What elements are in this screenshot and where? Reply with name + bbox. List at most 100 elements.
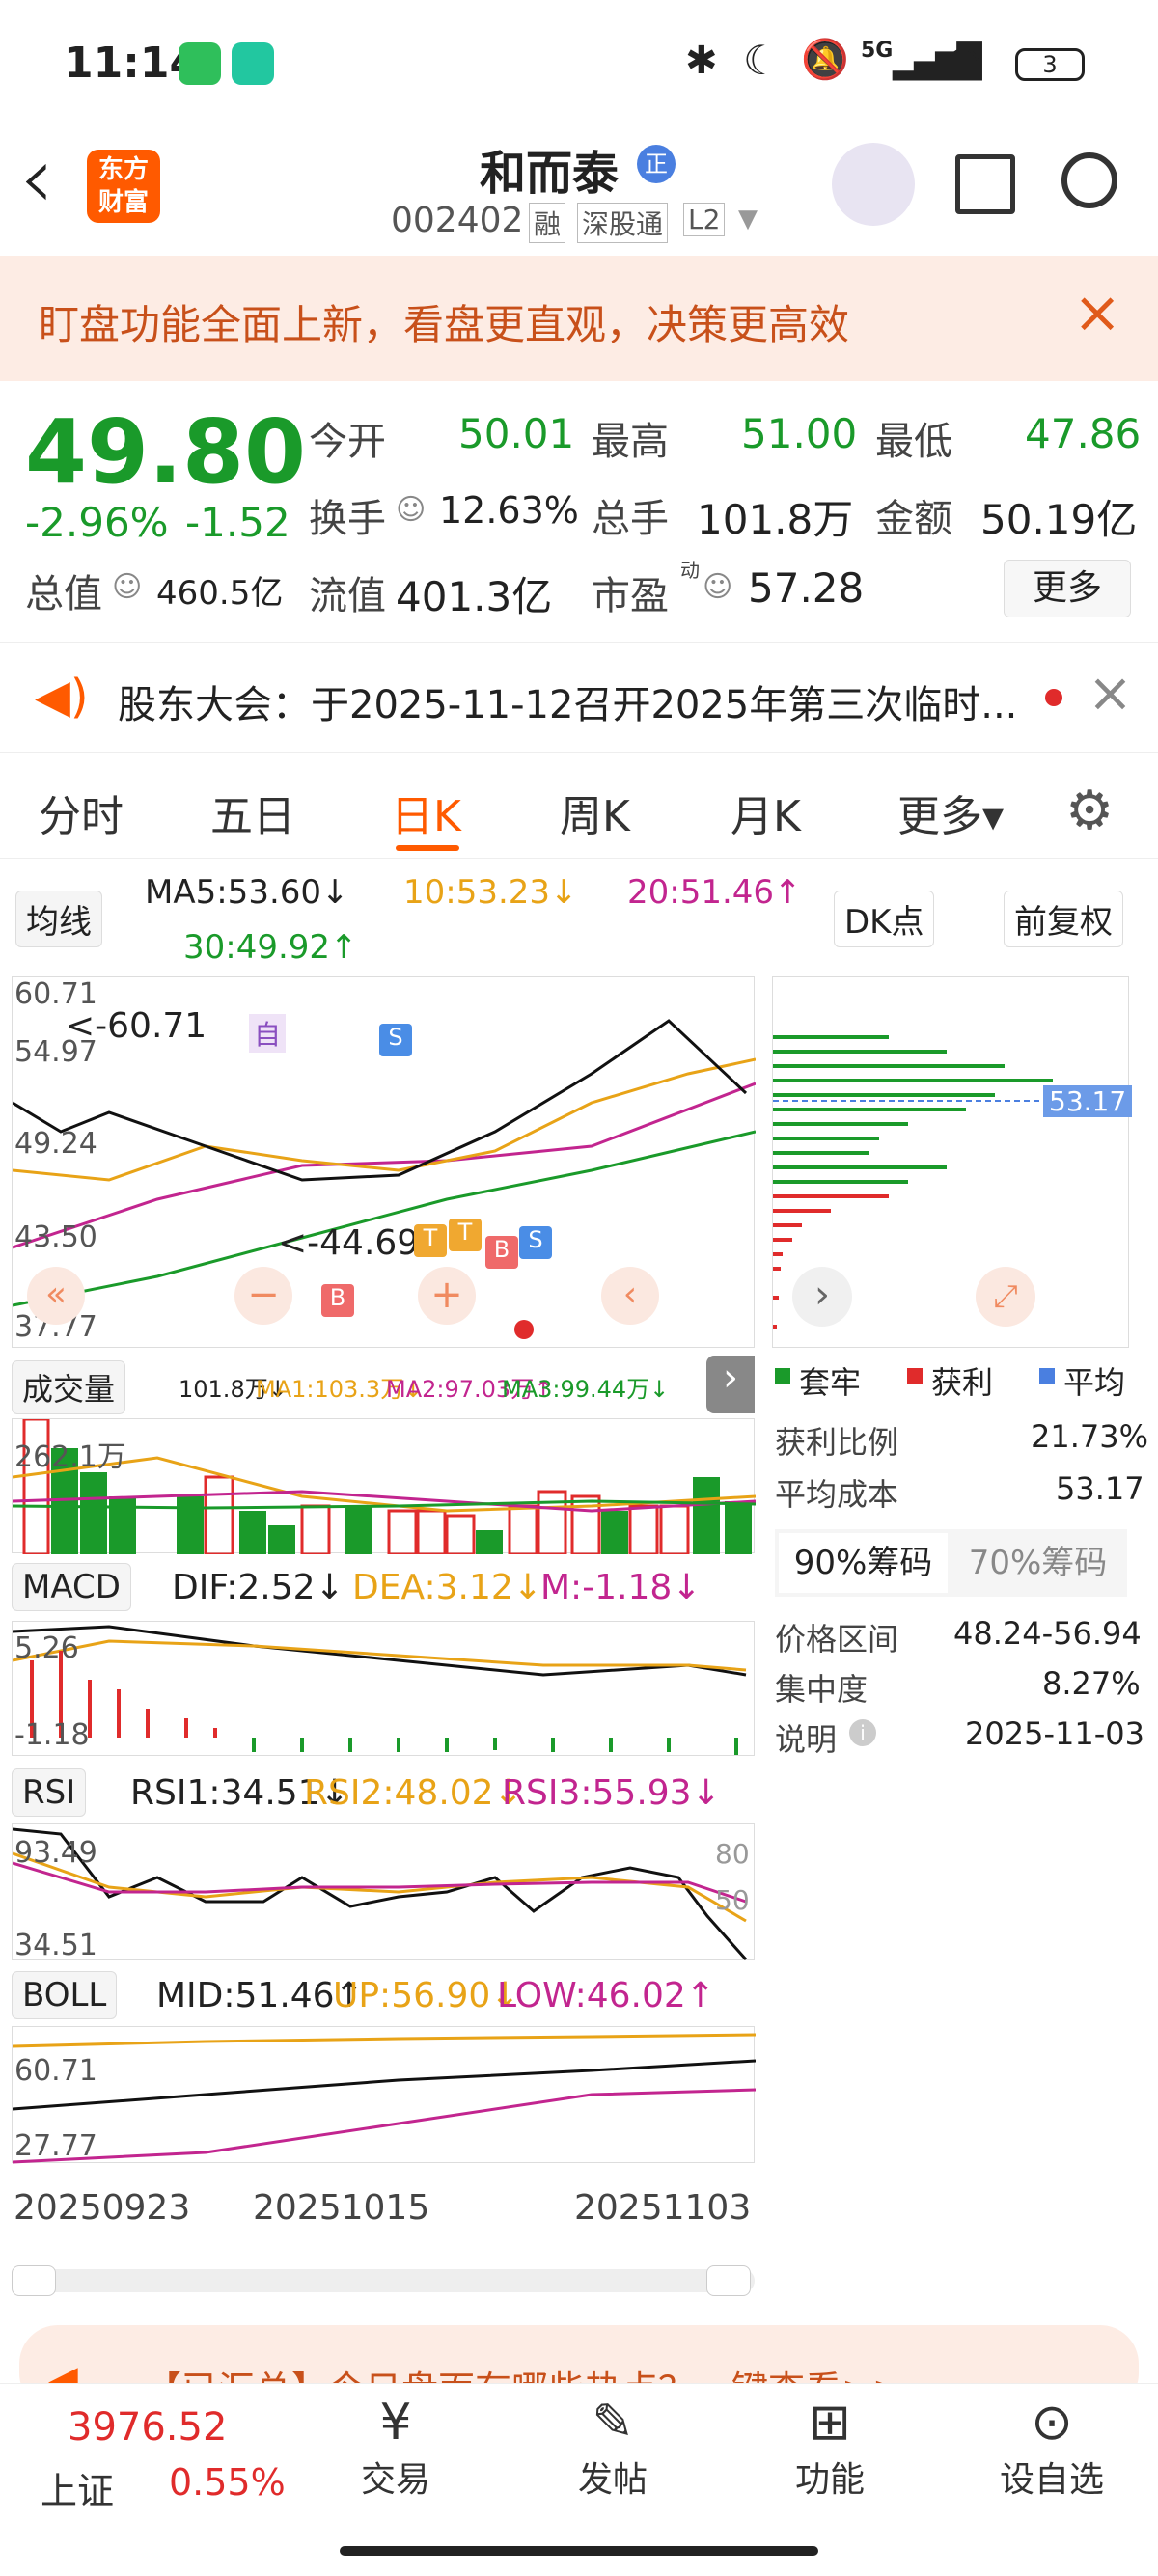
amount-label: 金额	[875, 497, 952, 541]
back-icon[interactable]: ‹	[19, 135, 54, 222]
pe-label: 市盈	[592, 574, 669, 618]
zoom-out-icon[interactable]: −	[234, 1267, 292, 1325]
next-icon[interactable]: ›	[792, 1267, 852, 1327]
nav-function[interactable]: ⊞ 功能	[782, 2394, 878, 2502]
mute-icon: 🔕	[801, 38, 849, 82]
info-icon[interactable]: ☺	[703, 570, 732, 604]
legend-avg-swatch	[1039, 1368, 1055, 1384]
adjust-button[interactable]: 前复权	[1004, 891, 1123, 947]
macd-dif: DIF:2.52↓	[172, 1568, 345, 1607]
tab-daily-k[interactable]: 日K	[391, 781, 461, 843]
notice-text: 股东大会：于2025-11-12召开2025年第三次临时...	[118, 683, 1018, 727]
nav-watchlist[interactable]: ⊙ 设自选	[984, 2394, 1119, 2502]
search-icon[interactable]	[1062, 152, 1117, 208]
chip-distribution[interactable]: 53.17 › ⤢	[772, 976, 1133, 1348]
ma30-value: 30:49.92↑	[183, 928, 358, 967]
more-button[interactable]: 更多	[1004, 560, 1131, 617]
index-name[interactable]: 上证	[41, 2461, 114, 2514]
chevron-down-icon[interactable]: ▼	[738, 205, 758, 233]
tab-weekly-k[interactable]: 周K	[560, 781, 630, 843]
nav-trade[interactable]: ¥ 交易	[347, 2394, 444, 2502]
pe-sup: 动	[680, 559, 700, 582]
macd-m: M:-1.18↓	[540, 1568, 702, 1607]
rsi-level: 50	[715, 1884, 750, 1916]
trade-icon: ¥	[379, 2394, 412, 2452]
slider-handle-left[interactable]	[12, 2265, 56, 2296]
chart-tabs: 分时 五日 日K 周K 月K 更多▾ ⚙	[0, 753, 1158, 859]
nav-post-label: 发帖	[577, 2460, 648, 2500]
nav-post[interactable]: ✎ 发帖	[565, 2394, 661, 2502]
gear-icon[interactable]: ⚙	[1065, 780, 1114, 842]
range-slider[interactable]	[12, 2265, 755, 2296]
ma-select[interactable]: 均线	[15, 891, 102, 947]
high-value: 51.00	[741, 410, 858, 457]
cost-label: 平均成本	[775, 1476, 899, 1513]
nav-function-label: 功能	[794, 2460, 865, 2500]
status-bar: 11:14 ✱ ☾ 🔕 5G ▂▄▆█ ◠ 3	[0, 0, 1158, 125]
legend-profit: 获利	[931, 1364, 994, 1401]
change-value: -1.52	[185, 499, 290, 546]
slider-handle-right[interactable]	[706, 2265, 751, 2296]
info-icon[interactable]: ☺	[112, 570, 142, 604]
rsi-chart[interactable]: 93.49 34.51 80 50	[12, 1823, 755, 1962]
buy-mark[interactable]: B	[321, 1284, 354, 1317]
wifi-icon: ◠	[946, 37, 981, 84]
boll-chart[interactable]: 60.71 27.77	[12, 2026, 757, 2164]
self-mark[interactable]: 自	[249, 1014, 286, 1053]
turnover-label: 换手	[309, 497, 386, 541]
t-mark[interactable]: T	[414, 1224, 447, 1257]
volume-chart[interactable]: 262.1万	[12, 1417, 757, 1556]
feature-banner[interactable]: 盯盘功能全面上新，看盘更直观，决策更高效 ×	[0, 256, 1158, 381]
ma20-value: 20:51.46↑	[627, 873, 802, 912]
current-price: 49.80	[25, 400, 307, 504]
app-home-icon	[232, 42, 274, 85]
y-tick: 43.50	[14, 1220, 97, 1254]
tab-intraday[interactable]: 分时	[39, 781, 124, 843]
dk-point-button[interactable]: DK点	[834, 891, 935, 947]
close-icon[interactable]: ×	[1073, 279, 1121, 346]
boll-select[interactable]: BOLL	[12, 1971, 118, 2019]
expand-icon[interactable]: ⤢	[976, 1267, 1035, 1327]
tab-monthly-k[interactable]: 月K	[731, 781, 801, 843]
tab-chip-90[interactable]: 90%筹码	[779, 1533, 948, 1593]
t-mark[interactable]: T	[449, 1219, 482, 1251]
low-value: 47.86	[1025, 410, 1142, 457]
share-icon[interactable]	[955, 154, 1015, 214]
banner-text: 盯盘功能全面上新，看盘更直观，决策更高效	[39, 301, 850, 348]
rewind-icon[interactable]: «	[27, 1267, 85, 1325]
stock-header: ‹ 东方财富 和而泰 正 002402 融 深股通 L2 ▼	[0, 125, 1158, 256]
assistant-avatar-icon[interactable]	[832, 143, 915, 226]
sell-mark[interactable]: S	[379, 1024, 412, 1056]
prev-icon[interactable]: ‹	[601, 1267, 659, 1325]
tab-more[interactable]: 更多▾	[897, 781, 1004, 843]
tab-chip-70[interactable]: 70%筹码	[953, 1533, 1122, 1593]
battery-icon: 3	[1015, 48, 1085, 81]
rsi-svg	[12, 1827, 748, 1960]
stock-code: 002402	[391, 201, 524, 240]
buy-mark[interactable]: B	[485, 1236, 518, 1269]
tag-margin: 融	[529, 203, 566, 243]
rsi-select[interactable]: RSI	[12, 1768, 87, 1817]
tab-five-day[interactable]: 五日	[210, 781, 295, 843]
y-tick: 49.24	[14, 1127, 97, 1161]
volume-value: 101.8万	[697, 496, 854, 543]
tag-l2[interactable]: L2	[683, 203, 726, 236]
notice-bar[interactable]: ◀) 股东大会：于2025-11-12召开2025年第三次临时... ×	[0, 642, 1158, 753]
concentration-value: 8.27%	[1042, 1665, 1141, 1702]
zoom-in-icon[interactable]: +	[418, 1267, 476, 1325]
legend-profit-swatch	[907, 1368, 923, 1384]
macd-tick: -1.18	[14, 1718, 90, 1752]
collapse-panel-icon[interactable]: ›	[706, 1356, 755, 1413]
info-icon[interactable]: ☺	[396, 493, 426, 527]
legend-avg: 平均	[1063, 1364, 1126, 1401]
network-type: 5G	[861, 39, 894, 63]
info-icon[interactable]: i	[849, 1719, 876, 1746]
red-dot	[514, 1320, 534, 1339]
volume-select[interactable]: 成交量	[12, 1360, 126, 1414]
close-icon[interactable]: ×	[1088, 662, 1133, 725]
range-label: 价格区间	[775, 1621, 899, 1658]
sell-mark[interactable]: S	[519, 1226, 552, 1259]
macd-select[interactable]: MACD	[12, 1563, 131, 1611]
kline-chart[interactable]: 60.71 54.97 49.24 43.50 37.77 <-60.71 <-…	[12, 976, 757, 1348]
macd-chart[interactable]: 5.26 -1.18	[12, 1621, 755, 1756]
